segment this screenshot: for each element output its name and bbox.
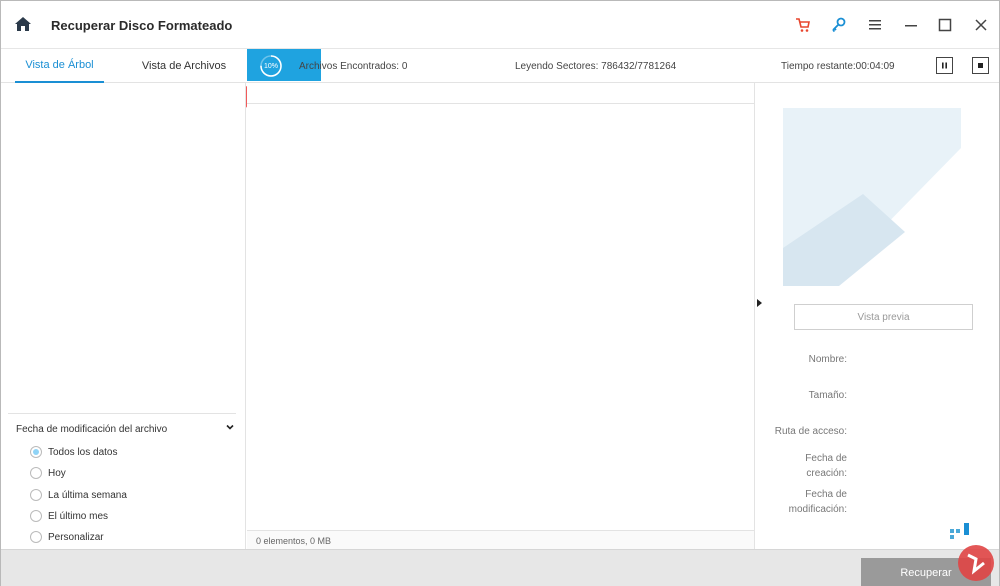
preview-button[interactable]: Vista previa: [794, 304, 973, 330]
radio-label: La última semana: [48, 489, 127, 501]
radio-button[interactable]: [30, 489, 42, 501]
app-window: Recuperar Disco Formateado Vista de Árbo…: [0, 0, 1000, 586]
preview-panel: Vista previa Nombre: Tamaño: Ruta de acc…: [754, 83, 999, 549]
sectors-status: Leyendo Sectores: 786432/7781264: [515, 61, 677, 72]
item-count: 0 elementos, 0 MB: [256, 536, 332, 546]
tree-view-panel: Fecha de modificación del archivo Todos …: [1, 83, 246, 549]
bottom-bar: Recuperar: [1, 549, 999, 586]
radio-label: Hoy: [48, 467, 66, 479]
window-title: Recuperar Disco Formateado: [51, 18, 233, 33]
radio-button[interactable]: [30, 446, 42, 458]
file-list-header: [247, 83, 754, 104]
maximize-icon[interactable]: [935, 15, 955, 35]
modified-date-label: Fecha de modificación:: [788, 489, 847, 515]
home-icon[interactable]: [14, 15, 32, 33]
radio-button[interactable]: [30, 531, 42, 543]
close-icon[interactable]: [971, 15, 991, 35]
radio-label: El último mes: [48, 510, 109, 522]
cart-icon[interactable]: [793, 15, 813, 35]
tab-tree-view[interactable]: Vista de Árbol: [15, 49, 104, 83]
title-bar: Recuperar Disco Formateado: [1, 1, 999, 49]
stop-icon: [978, 63, 983, 68]
size-label: Tamaño:: [808, 390, 847, 401]
tab-status-bar: Vista de Árbol Vista de Archivos 10% Arc…: [1, 49, 999, 83]
chevron-down-icon[interactable]: [226, 423, 234, 434]
date-filter-section: Fecha de modificación del archivo Todos …: [8, 413, 236, 543]
filter-option-today[interactable]: Hoy: [30, 465, 66, 481]
path-label: Ruta de acceso:: [774, 426, 847, 437]
filter-option-all[interactable]: Todos los datos: [30, 444, 118, 460]
stop-button[interactable]: [972, 57, 989, 74]
pause-button[interactable]: [936, 57, 953, 74]
date-filter-title: Fecha de modificación del archivo: [16, 424, 168, 435]
pause-icon: [942, 62, 947, 69]
menu-icon[interactable]: [865, 15, 885, 35]
created-date-label: Fecha de creación:: [805, 453, 847, 479]
name-label: Nombre:: [808, 354, 847, 365]
filter-option-last-month[interactable]: El último mes: [30, 508, 108, 524]
key-icon[interactable]: [829, 15, 849, 35]
file-placeholder-icon: [783, 108, 961, 286]
watermark-logo-icon: [950, 523, 994, 581]
file-list-panel[interactable]: 0 elementos, 0 MB: [247, 83, 754, 549]
files-found-status: Archivos Encontrados: 0: [299, 61, 408, 72]
filter-option-last-week[interactable]: La última semana: [30, 487, 127, 503]
filter-option-custom[interactable]: Personalizar: [30, 529, 104, 545]
radio-label: Personalizar: [48, 531, 104, 543]
time-remaining-status: Tiempo restante:00:04:09: [781, 61, 895, 72]
radio-button[interactable]: [30, 510, 42, 522]
file-list-footer: 0 elementos, 0 MB: [247, 530, 754, 549]
minimize-icon[interactable]: [901, 15, 921, 35]
radio-label: Todos los datos: [48, 446, 118, 458]
collapse-panel-icon[interactable]: [757, 299, 762, 307]
radio-button[interactable]: [30, 467, 42, 479]
